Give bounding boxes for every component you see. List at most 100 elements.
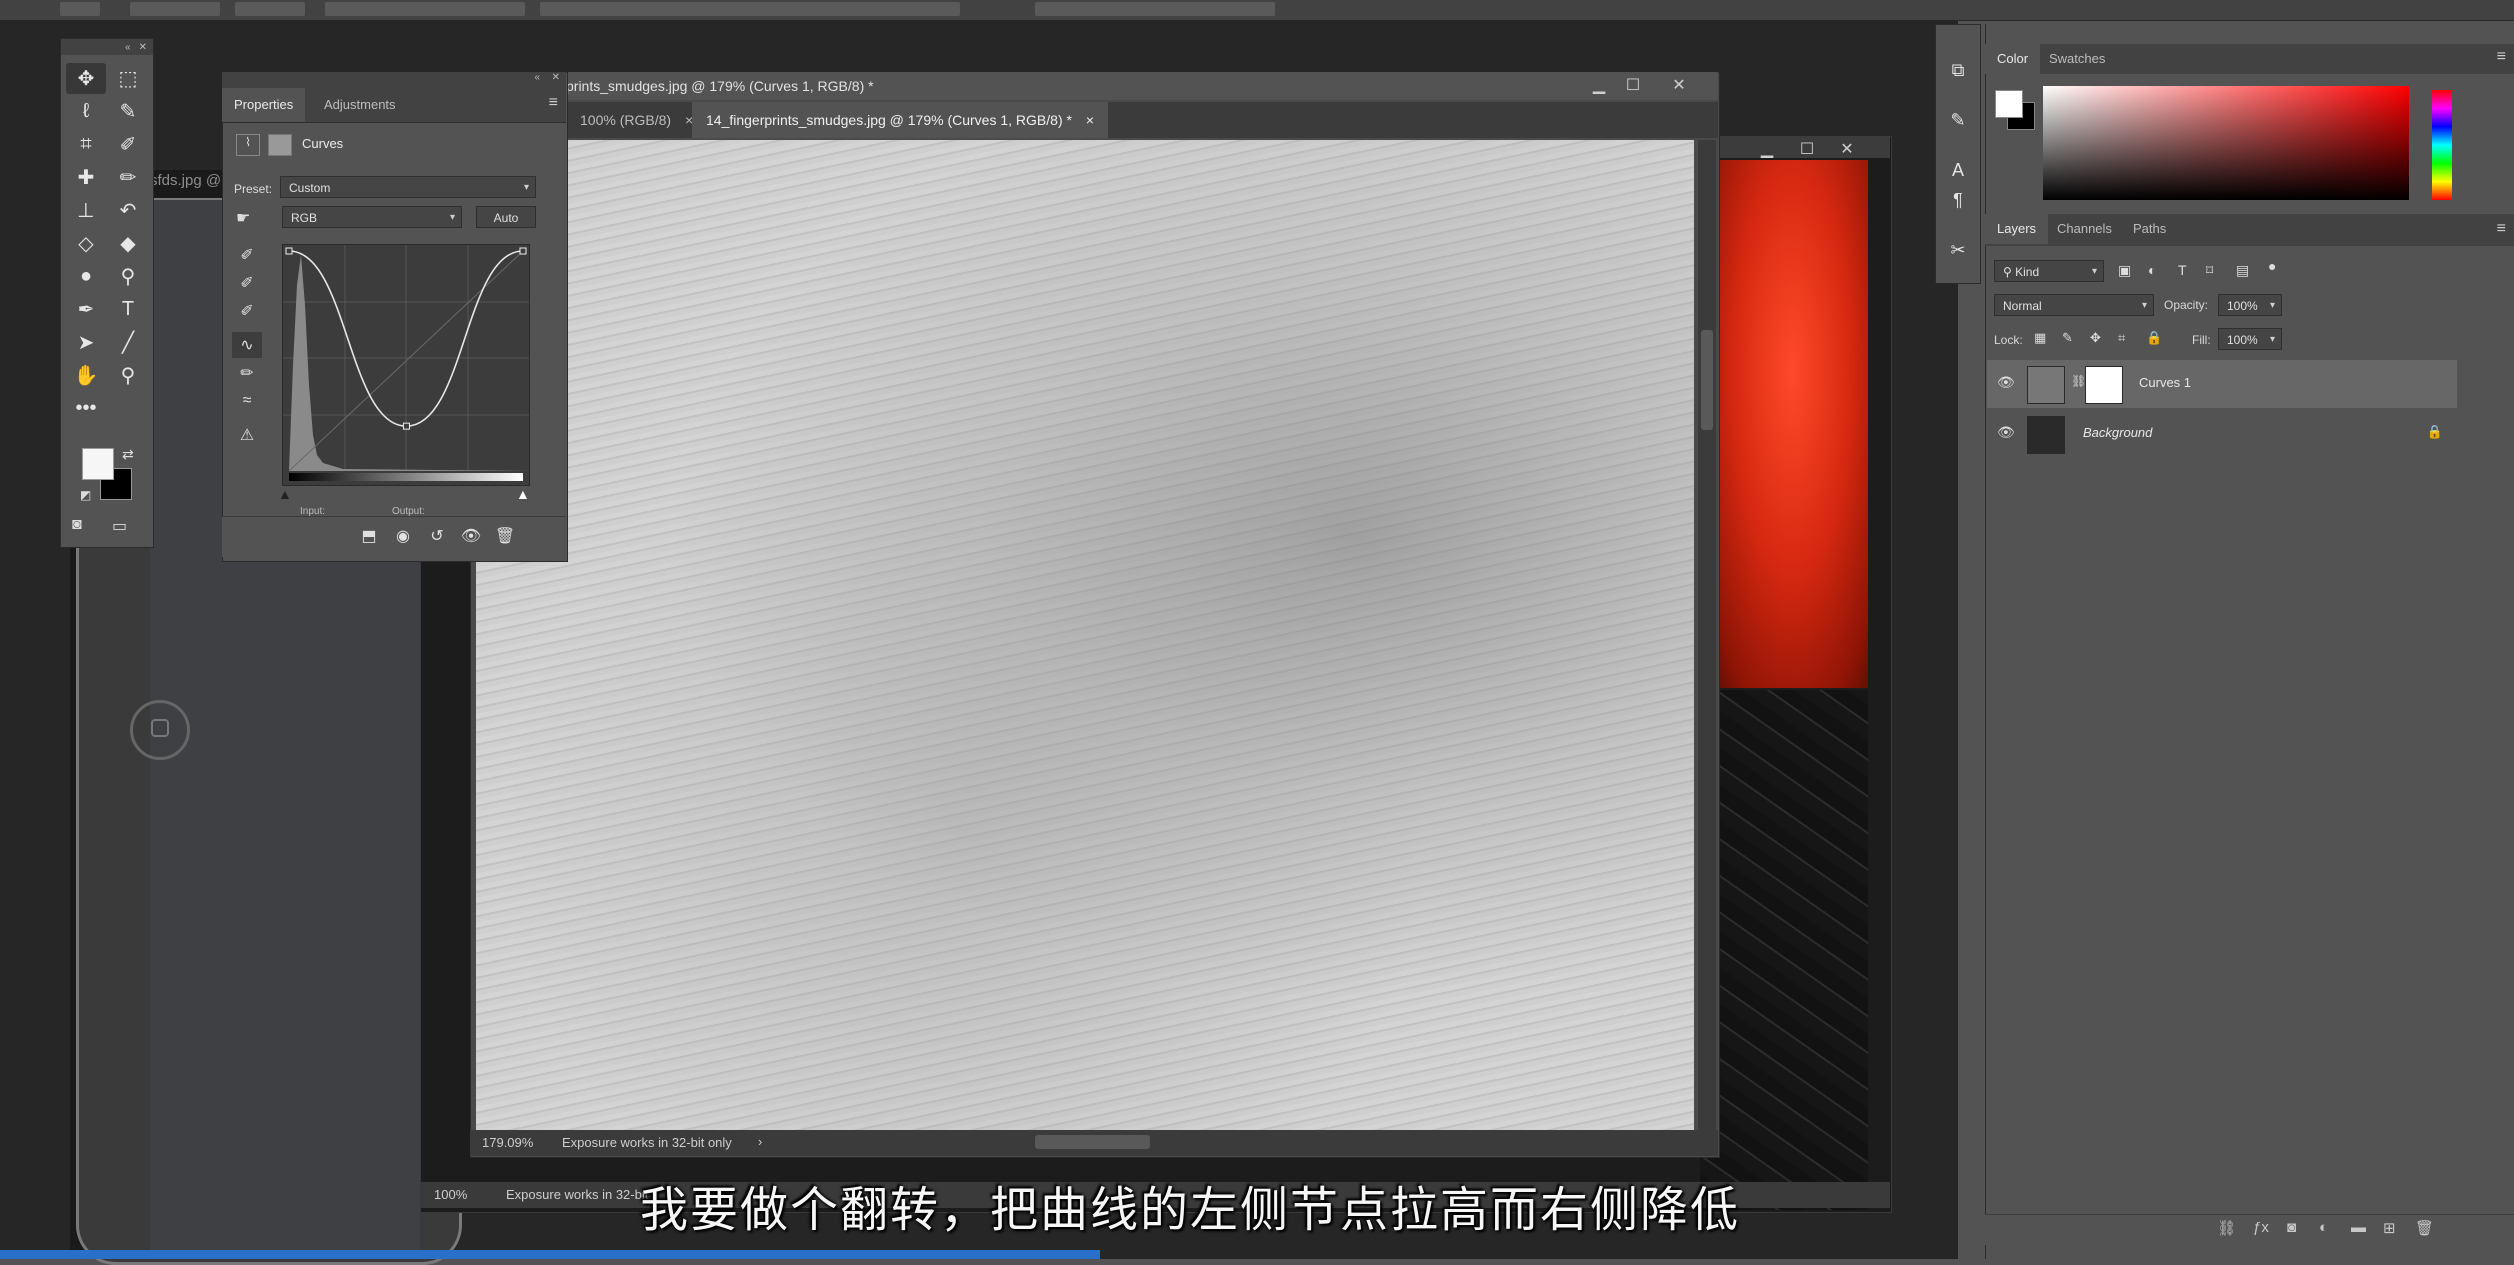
align-controls[interactable] (540, 2, 960, 16)
new-group-icon[interactable]: ▬ (2351, 1219, 2366, 1236)
white-point-eyedropper-icon[interactable]: ✐ (232, 298, 262, 324)
type-tool-icon[interactable]: T (108, 294, 148, 325)
paragraph-panel-icon[interactable]: ¶ (1943, 185, 1973, 215)
screen-mode-icon[interactable]: ▭ (112, 516, 127, 536)
eyedropper-tool-icon[interactable]: ✐ (108, 129, 148, 160)
lasso-tool-icon[interactable]: ℓ (66, 96, 106, 127)
doc-tab-middle[interactable]: 100% (RGB/8) × (566, 102, 707, 138)
close-icon[interactable]: ✕ (552, 72, 560, 83)
lock-transparent-icon[interactable]: ▦ (2034, 330, 2046, 346)
color-spectrum-field[interactable] (2043, 86, 2409, 200)
line-tool-icon[interactable]: ╱ (108, 327, 148, 358)
black-slider-icon[interactable]: ▲ (278, 486, 292, 502)
background-doc-tab[interactable]: sfds.jpg @ (150, 172, 221, 189)
close-icon[interactable]: × (1086, 112, 1094, 128)
pencil-draw-icon[interactable]: ✏ (232, 360, 262, 386)
reset-icon[interactable]: ↺ (424, 523, 450, 549)
vertical-scroll-thumb[interactable] (1701, 330, 1713, 430)
vertical-scrollbar[interactable] (1698, 140, 1716, 1130)
clip-to-layer-icon[interactable]: ⬒ (356, 523, 382, 549)
curves-adjustment-icon[interactable]: ⌇ (236, 134, 260, 156)
visibility-eye-icon[interactable]: 👁 (1997, 374, 2015, 391)
minimize-icon[interactable]: ▁ (1582, 72, 1616, 100)
brush-tool-icon[interactable]: ✏ (108, 162, 148, 193)
preset-select[interactable]: Custom ▾ (280, 176, 536, 198)
hue-slider[interactable] (2432, 90, 2452, 200)
filter-type-icon[interactable]: T (2178, 262, 2187, 278)
eraser-tool-icon[interactable]: ◇ (66, 228, 106, 259)
collapse-icon[interactable]: « (125, 42, 131, 53)
panel-menu-icon[interactable]: ≡ (549, 94, 558, 112)
character-panel-icon[interactable]: A (1943, 155, 1973, 185)
doc-tab-active[interactable]: 14_fingerprints_smudges.jpg @ 179% (Curv… (692, 102, 1109, 138)
tab-properties[interactable]: Properties (222, 88, 306, 122)
channel-select[interactable]: RGB ▾ (282, 206, 462, 228)
crop-tool-icon[interactable]: ⌗ (66, 129, 106, 160)
layer-filter-select[interactable]: ⚲ Kind ▾ (1994, 260, 2104, 282)
blend-mode-select[interactable]: Normal ▾ (1994, 294, 2154, 316)
curves-graph[interactable] (282, 244, 530, 486)
layer-style-fx-icon[interactable]: ƒx (2253, 1219, 2269, 1236)
dodge-tool-icon[interactable]: ⚲ (108, 261, 148, 292)
filter-toggle-icon[interactable]: ● (2268, 258, 2276, 274)
collapse-icon[interactable]: « (534, 72, 540, 83)
panel-menu-icon[interactable]: ≡ (2497, 48, 2506, 66)
foreground-color-swatch[interactable] (82, 448, 114, 480)
quick-mask-icon[interactable]: ◙ (72, 516, 82, 534)
move-tool-icon[interactable]: ✥ (66, 63, 106, 94)
healing-brush-icon[interactable]: ✚ (66, 162, 106, 193)
new-layer-icon[interactable]: ⊞ (2383, 1219, 2396, 1237)
hand-tool-icon[interactable]: ✋ (66, 360, 106, 391)
tab-swatches[interactable]: Swatches (2037, 44, 2117, 74)
more-tools-icon[interactable]: ••• (66, 393, 106, 424)
auto-button[interactable]: Auto (476, 206, 536, 228)
tab-color[interactable]: Color (1985, 44, 2041, 74)
history-panel-icon[interactable]: ⧉ (1943, 55, 1973, 85)
tools-panel-header[interactable]: « ✕ (61, 39, 153, 55)
lock-all-icon[interactable]: 🔒 (2146, 330, 2162, 346)
middle-doc-zoom[interactable]: 100% (434, 1187, 467, 1202)
panel-menu-icon[interactable]: ≡ (2497, 220, 2506, 238)
pen-tool-icon[interactable]: ✒ (66, 294, 106, 325)
main-doc-zoom[interactable]: 179.09% (482, 1135, 533, 1150)
quick-select-tool-icon[interactable]: ✎ (108, 96, 148, 127)
gray-point-eyedropper-icon[interactable]: ✐ (232, 270, 262, 296)
smooth-curve-icon[interactable]: ≈ (232, 388, 262, 414)
fingerprint-canvas[interactable] (476, 140, 1694, 1130)
history-brush-icon[interactable]: ↶ (108, 195, 148, 226)
close-icon[interactable]: ✕ (1662, 72, 1696, 100)
layer-name[interactable]: Curves 1 (2139, 375, 2191, 390)
opacity-field[interactable]: 100% ▾ (2218, 294, 2282, 316)
layer-row-curves[interactable]: 👁 ⛓ Curves 1 (1987, 360, 2457, 408)
horizontal-scroll-thumb[interactable] (1035, 1135, 1150, 1149)
filter-pixel-icon[interactable]: ▣ (2118, 262, 2131, 279)
zoom-tool-icon[interactable]: ⚲ (108, 360, 148, 391)
tab-channels[interactable]: Channels (2045, 214, 2124, 244)
curve-point[interactable] (519, 247, 527, 255)
default-colors-icon[interactable]: ◩ (80, 488, 91, 502)
visibility-icon[interactable]: 👁 (458, 523, 484, 549)
on-image-adjust-icon[interactable]: ☛ (236, 208, 250, 228)
view-previous-state-icon[interactable]: ◉ (390, 523, 416, 549)
main-doc-titlebar[interactable]: prints_smudges.jpg @ 179% (Curves 1, RGB… (470, 72, 1718, 100)
blur-tool-icon[interactable]: ● (66, 261, 106, 292)
add-mask-icon[interactable]: ◙ (2287, 1219, 2296, 1236)
tab-paths[interactable]: Paths (2121, 214, 2178, 244)
auto-select-target[interactable] (235, 2, 305, 16)
link-layers-icon[interactable]: ⛓ (2217, 1219, 2236, 1237)
mask-link-icon[interactable]: ⛓ (2071, 374, 2086, 388)
show-transform-controls[interactable] (325, 2, 525, 16)
new-adjustment-layer-icon[interactable]: ◐ (2319, 1219, 2328, 1236)
close-icon[interactable]: ✕ (139, 42, 147, 53)
tool-presets-icon[interactable]: ✂ (1943, 235, 1973, 265)
curve-points-tool-icon[interactable]: ∿ (232, 332, 262, 358)
lock-position-icon[interactable]: ✥ (2090, 330, 2101, 346)
layer-mask-thumbnail[interactable] (2085, 366, 2123, 404)
tab-adjustments[interactable]: Adjustments (312, 88, 408, 122)
maximize-icon[interactable]: ☐ (1616, 72, 1650, 100)
status-menu-arrow-icon[interactable]: › (758, 1134, 762, 1149)
trash-icon[interactable]: 🗑 (2415, 1219, 2434, 1237)
properties-panel-header[interactable]: « ✕ (222, 72, 566, 88)
swap-colors-icon[interactable]: ⇄ (122, 446, 134, 463)
clipping-warning-icon[interactable]: ⚠ (232, 422, 262, 448)
